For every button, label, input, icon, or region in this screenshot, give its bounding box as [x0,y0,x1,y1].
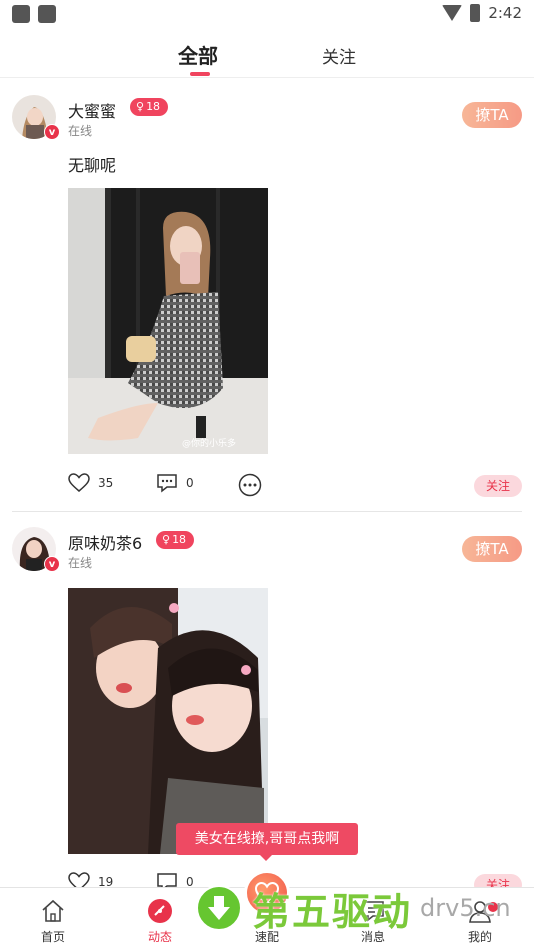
comment-count: 0 [186,476,194,490]
post-photo[interactable] [68,588,268,854]
verified-badge: v [44,556,60,572]
watermark-url: drv5.cn [420,894,511,922]
tease-button[interactable]: 撩TA [462,536,522,562]
photo-watermark: @你的小乐多 [182,437,236,449]
age-badge: ♀ 18 [130,98,169,116]
tab-following[interactable]: 关注 [322,43,356,68]
online-status: 在线 [68,124,93,138]
like-count: 35 [98,476,114,490]
tab-all[interactable]: 全部 [178,40,218,69]
age-badge: ♀ 18 [156,531,195,549]
nav-label: 首页 [40,930,65,944]
download-arrow-icon [196,885,242,931]
app-notification-icon [38,5,56,23]
nav-label: 动态 [147,930,172,944]
status-bar: 2:42 [0,0,534,30]
nav-home[interactable]: 首页 [13,888,93,949]
post-nickname[interactable]: 原味奶茶6 [68,530,142,554]
battery-icon [470,4,481,22]
tease-button[interactable]: 撩TA [462,102,522,128]
heart-icon [68,473,90,492]
feed-post: v 大蜜蜜 ♀ 18 在线 撩TA 无聊呢 @你的小乐多 35 0 关注 [0,80,534,510]
female-icon: ♀ [136,100,145,113]
active-tab-indicator [190,72,210,76]
post-text: 无聊呢 [68,156,117,175]
verified-badge: v [44,124,60,140]
comment-action[interactable]: 0 [156,473,194,493]
follow-button[interactable]: 关注 [474,475,522,497]
post-actions: 35 0 关注 [68,473,522,499]
nav-dynamic[interactable]: 动态 [120,888,200,949]
tooltip-arrow [259,854,273,861]
more-icon [238,473,262,497]
like-action[interactable]: 35 [68,473,113,493]
match-tooltip[interactable]: 美女在线撩,哥哥点我啊 [176,823,358,855]
female-icon: ♀ [162,533,171,546]
more-action[interactable] [238,473,262,497]
notification-icon [12,5,30,23]
wifi-icon [442,5,463,21]
post-photo[interactable]: @你的小乐多 [68,188,268,454]
feed-tabs: 全部 关注 [0,30,534,78]
comment-icon [157,474,177,493]
dynamic-icon [148,899,172,923]
watermark-text: 第五驱动 [252,889,413,934]
status-time: 2:42 [488,4,522,22]
online-status: 在线 [68,556,93,570]
post-nickname[interactable]: 大蜜蜜 [68,98,116,122]
home-icon [42,899,64,922]
site-watermark: 第五驱动 drv5.cn [196,880,511,936]
